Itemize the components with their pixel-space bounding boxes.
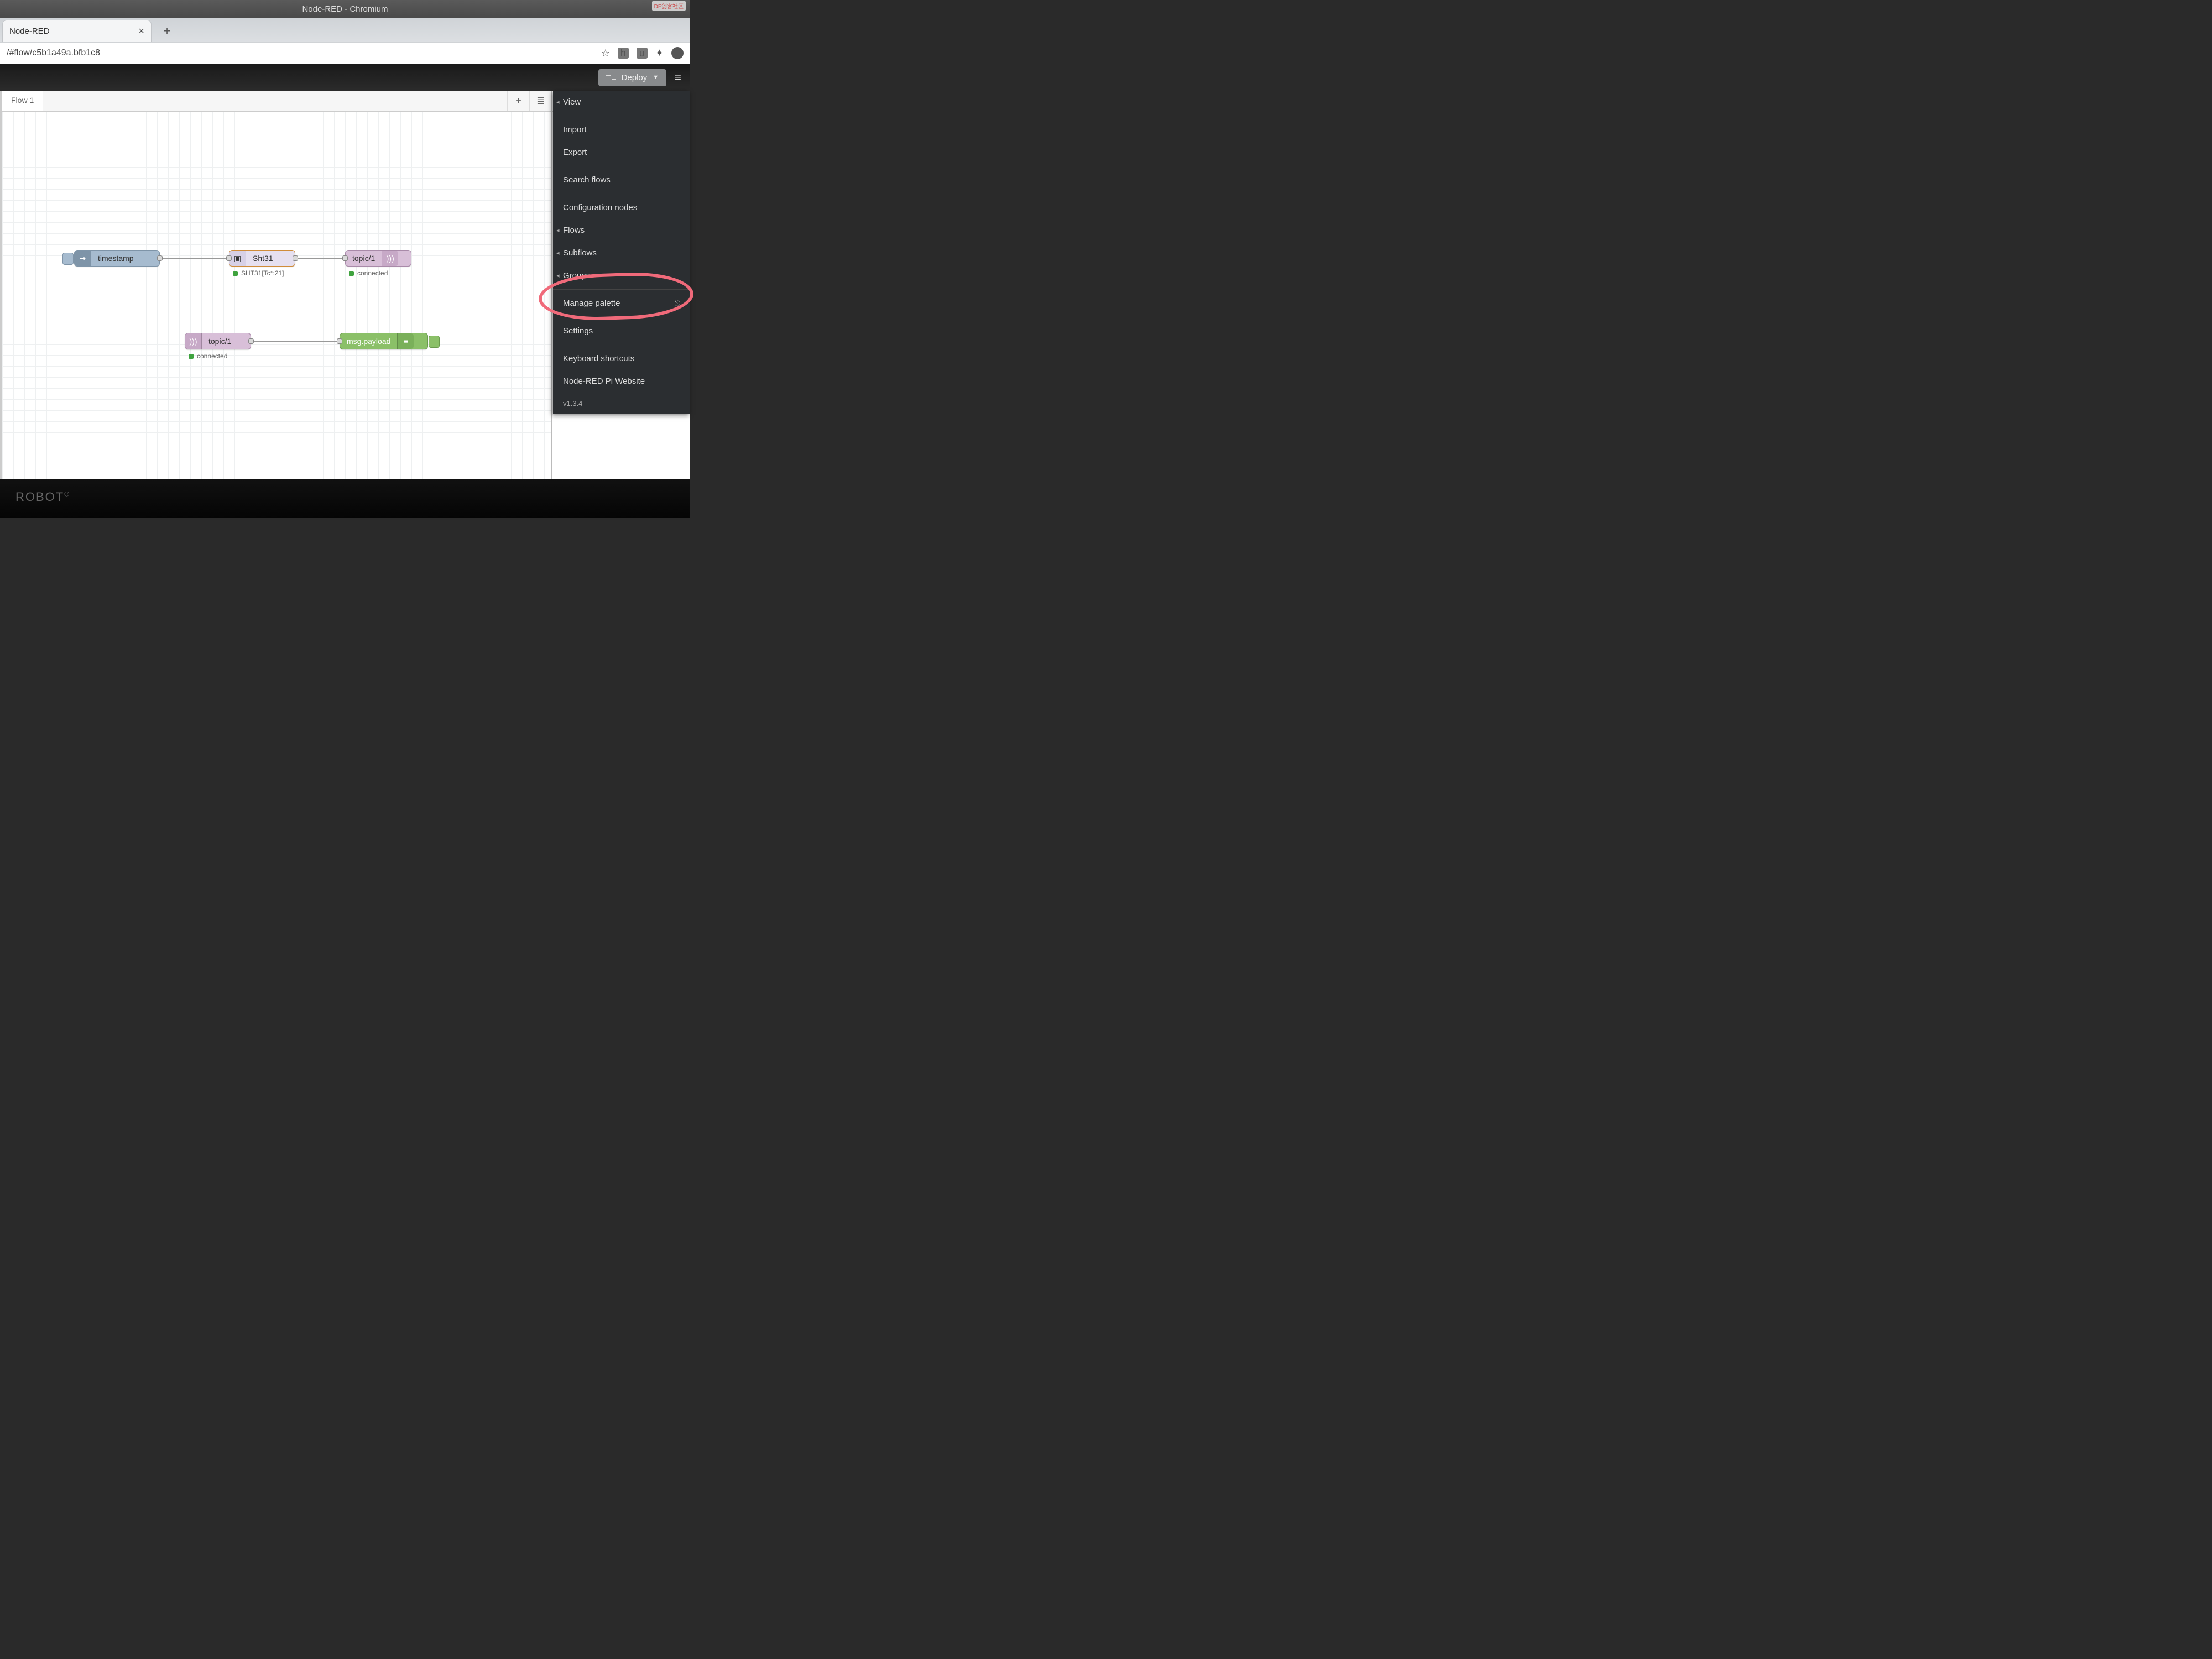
menu-export[interactable]: Export: [553, 141, 690, 164]
node-status: connected: [189, 352, 227, 360]
monitor-brand: ROBOT: [15, 490, 64, 504]
external-icon: ⎋: [675, 299, 680, 308]
flow-canvas[interactable]: ➔ timestamp ▣ Sht31 SHT31[Tc°:21] topic/…: [2, 112, 551, 499]
extensions-puzzle-icon[interactable]: ✦: [655, 48, 664, 59]
menu-subflows[interactable]: Subflows: [553, 242, 690, 264]
node-mqtt-in[interactable]: ))) topic/1 connected: [185, 333, 251, 349]
addrbar-icons: ☆ h u ✦: [601, 47, 684, 59]
node-output-port[interactable]: [293, 255, 298, 261]
node-sensor-sht31[interactable]: ▣ Sht31 SHT31[Tc°:21]: [229, 250, 295, 267]
menu-import[interactable]: Import: [553, 118, 690, 141]
browser-chrome: Node-RED × + /#flow/c5b1a49a.bfb1c8 ☆ h …: [0, 18, 690, 64]
watermark-badge: DF创客社区: [652, 1, 686, 11]
deploy-button[interactable]: Deploy ▼: [598, 69, 667, 86]
browser-tab[interactable]: Node-RED ×: [2, 20, 152, 42]
node-label: timestamp: [91, 254, 140, 263]
mqtt-receive-icon: ))): [185, 333, 202, 349]
node-output-port[interactable]: [157, 255, 163, 261]
node-label: topic/1: [202, 337, 238, 346]
url-text: /#flow/c5b1a49a.bfb1c8: [7, 48, 601, 58]
node-status: connected: [349, 269, 388, 277]
wire: [251, 341, 340, 342]
menu-groups[interactable]: Groups: [553, 264, 690, 287]
os-titlebar: Node-RED - Chromium: [0, 0, 690, 18]
menu-view[interactable]: View: [553, 91, 690, 113]
workspace: Flow 1 + ≣ ➔ timestamp ▣ Sht31: [0, 91, 690, 511]
browser-tab-title: Node-RED: [9, 27, 50, 36]
node-label: msg.payload: [340, 337, 397, 346]
monitor-bezel: ROBOT®: [0, 479, 690, 518]
bookmark-star-icon[interactable]: ☆: [601, 48, 610, 59]
nodered-header: Deploy ▼ ≡: [0, 64, 690, 91]
menu-website[interactable]: Node-RED Pi Website: [553, 370, 690, 393]
node-mqtt-out[interactable]: topic/1 ))) connected: [345, 250, 411, 267]
node-output-port[interactable]: [248, 338, 254, 344]
address-bar[interactable]: /#flow/c5b1a49a.bfb1c8 ☆ h u ✦: [0, 42, 690, 64]
node-label: topic/1: [346, 254, 382, 263]
mqtt-broadcast-icon: ))): [382, 251, 398, 266]
menu-search-flows[interactable]: Search flows: [553, 169, 690, 191]
debug-toggle-button[interactable]: [429, 336, 440, 348]
flow-tabs: Flow 1 + ≣: [2, 91, 551, 112]
node-debug[interactable]: msg.payload ≡: [340, 333, 428, 349]
node-input-port[interactable]: [226, 255, 232, 261]
tab-close-icon[interactable]: ×: [138, 25, 144, 37]
menu-keyboard-shortcuts[interactable]: Keyboard shortcuts: [553, 347, 690, 370]
new-tab-button[interactable]: +: [158, 22, 176, 40]
deploy-icon: [606, 75, 616, 80]
deploy-caret-icon[interactable]: ▼: [653, 74, 659, 81]
main-menu-button[interactable]: ≡: [671, 70, 685, 85]
deploy-label: Deploy: [622, 73, 648, 82]
canvas-area: Flow 1 + ≣ ➔ timestamp ▣ Sht31: [2, 91, 552, 511]
inject-arrow-icon: ➔: [75, 251, 91, 266]
node-status: SHT31[Tc°:21]: [233, 269, 284, 277]
menu-configuration-nodes[interactable]: Configuration nodes: [553, 196, 690, 219]
debug-bars-icon: ≡: [397, 333, 414, 349]
node-inject[interactable]: ➔ timestamp: [74, 250, 160, 267]
menu-version: v1.3.4: [553, 393, 690, 414]
node-input-port[interactable]: [337, 338, 342, 344]
os-title: Node-RED - Chromium: [302, 4, 388, 14]
wire: [295, 258, 345, 259]
list-flows-button[interactable]: ≣: [529, 91, 551, 111]
add-flow-button[interactable]: +: [507, 91, 529, 111]
menu-manage-palette[interactable]: Manage palette ⎋: [553, 292, 690, 315]
profile-avatar-icon[interactable]: [671, 47, 684, 59]
inject-trigger-button[interactable]: [62, 253, 74, 265]
ext-u-icon[interactable]: u: [637, 48, 648, 59]
flow-tab[interactable]: Flow 1: [2, 91, 43, 111]
wire: [157, 258, 229, 259]
sensor-chip-icon: ▣: [229, 251, 246, 266]
main-menu: View Import Export Search flows Configur…: [553, 91, 690, 414]
node-input-port[interactable]: [342, 255, 348, 261]
browser-tabstrip: Node-RED × +: [0, 18, 690, 42]
ext-h-icon[interactable]: h: [618, 48, 629, 59]
node-label: Sht31: [246, 254, 280, 263]
menu-flows[interactable]: Flows: [553, 219, 690, 242]
menu-settings[interactable]: Settings: [553, 320, 690, 342]
